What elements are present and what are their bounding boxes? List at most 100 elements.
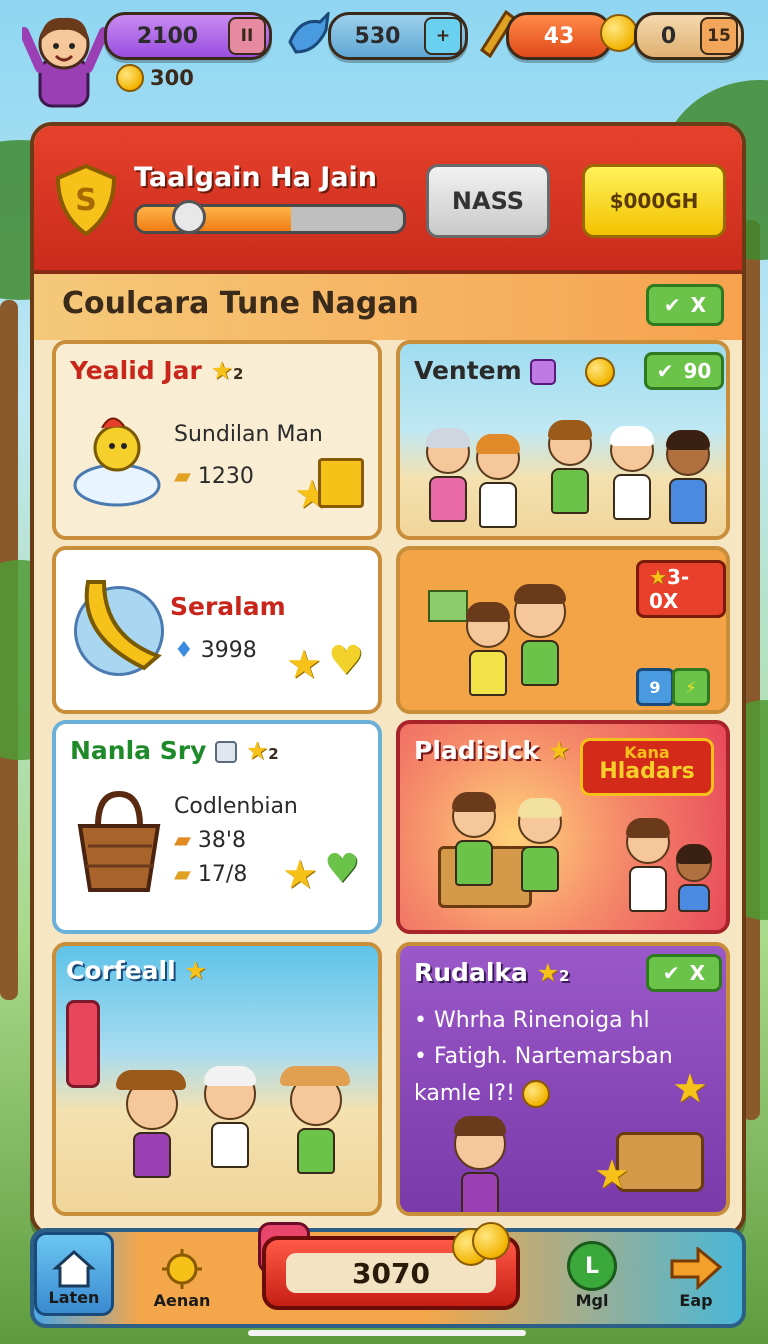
star-icon: ★ xyxy=(536,958,560,987)
buy-button[interactable]: $000GH xyxy=(582,164,726,238)
child-figure xyxy=(626,818,670,912)
player-avatar[interactable] xyxy=(19,8,109,112)
villager-figure xyxy=(280,1066,350,1174)
star-icon: ★ xyxy=(594,1152,630,1198)
card-line1: Codlenbian xyxy=(174,794,298,819)
shield-icon: S xyxy=(55,164,117,236)
child-figure xyxy=(514,584,566,686)
fish-counter[interactable]: 530 + xyxy=(328,12,468,60)
child-figure xyxy=(518,798,562,892)
card-yealid-jar[interactable]: Yealid Jar ★2 Sundilan Man ▰ 1230 ★ xyxy=(52,340,382,540)
bullet-line2: • Fatigh. Nartemarsban xyxy=(414,1044,673,1069)
coins-cap-button[interactable]: 15 xyxy=(700,17,738,55)
card-value: ♦ 3998 xyxy=(174,638,257,663)
child-figure xyxy=(676,844,712,912)
cloud-bird-icon xyxy=(73,417,161,507)
card-rudalka[interactable]: Rudalka ★2 ✔ X • Whrha Rinenoiga hl • Fat… xyxy=(396,942,730,1216)
nav-eap-label: Eap xyxy=(679,1291,713,1310)
villager-figure xyxy=(548,420,592,514)
star-icon: ★ xyxy=(672,1066,708,1112)
card-ventem[interactable]: Ventem ✔ 90 xyxy=(396,340,730,540)
rudalka-tag-x: X xyxy=(689,961,706,985)
nav-aenan[interactable]: Aenan xyxy=(142,1232,222,1316)
check-icon: ✔ xyxy=(662,961,680,985)
banner-line2: Hladars xyxy=(599,759,695,784)
coin-icon xyxy=(472,1222,510,1260)
main-panel: S Taalgain Ha Jain NASS $000GH Coulcara … xyxy=(30,122,746,1236)
chest-icon xyxy=(215,741,238,763)
water-drop-icon: ♦ xyxy=(174,638,194,663)
star-icon: ★ xyxy=(245,736,269,765)
card-line2: ▰ 38'8 xyxy=(174,828,246,853)
gems-cap-button[interactable]: II xyxy=(228,17,266,55)
child-figure xyxy=(452,792,496,886)
sign-icon xyxy=(428,590,468,622)
check-icon: ✔ xyxy=(656,359,674,383)
nav-home-label: Laten xyxy=(48,1288,100,1307)
fish-icon xyxy=(286,9,332,62)
sun-icon xyxy=(162,1249,202,1289)
heart-icon: ♥ xyxy=(328,638,364,684)
card-seralam[interactable]: Seralam ♦ 3998 ★ ♥ xyxy=(52,546,382,714)
coins-value: 0 xyxy=(660,23,677,49)
nav-home[interactable]: Laten xyxy=(34,1232,114,1316)
ventem-check-tag[interactable]: ✔ 90 xyxy=(644,352,724,390)
card-title: Nanla Sry ★2 xyxy=(70,736,279,765)
section-tag-x: X xyxy=(690,293,707,317)
energy-counter[interactable]: 43 xyxy=(506,12,612,60)
nav-mgl-label: Mgl xyxy=(575,1291,609,1310)
ventem-tag-value: 90 xyxy=(683,359,712,383)
gems-value: 2100 xyxy=(136,23,199,49)
villager-figure xyxy=(204,1066,256,1168)
gold-box-icon xyxy=(318,458,364,508)
home-icon xyxy=(52,1249,96,1288)
xp-knob xyxy=(172,200,206,234)
villager-figure xyxy=(666,430,710,524)
card-title: Ventem xyxy=(414,356,616,387)
coin-icon xyxy=(116,64,144,92)
add-fish-button[interactable]: + xyxy=(424,17,462,55)
gold-bar-icon: ▰ xyxy=(174,862,191,887)
heart-icon: ♥ xyxy=(324,846,360,892)
nav-eap[interactable]: Eap xyxy=(656,1232,736,1316)
card-kids[interactable]: ★3-0X 9 ⚡ xyxy=(396,546,730,714)
card-title: Seralam xyxy=(170,592,286,621)
purple-gem-icon xyxy=(530,359,557,385)
card-corfeall[interactable]: Corfeall ★ xyxy=(52,942,382,1216)
nav-mgl[interactable]: L Mgl xyxy=(552,1232,632,1316)
star-icon: ★ xyxy=(282,852,318,898)
home-indicator xyxy=(248,1330,526,1336)
reward-banner: Kana Hladars xyxy=(580,738,714,796)
side-status-panel[interactable] xyxy=(66,1000,100,1088)
multiplier-tag: ★3-0X xyxy=(636,560,726,618)
section-check-button[interactable]: ✔ X xyxy=(646,284,724,326)
basket-icon xyxy=(77,790,161,892)
map-icon: L xyxy=(567,1241,617,1291)
lightning-button[interactable]: ⚡ xyxy=(672,668,710,706)
bullet-line1: • Whrha Rinenoiga hl xyxy=(414,1008,650,1033)
card-nanla-sry[interactable]: Nanla Sry ★2 Codlenbian ▰ 38'8 ▰ 17/8 ★ … xyxy=(52,720,382,934)
star-icon: ★ xyxy=(184,956,207,985)
star-badge: 2 xyxy=(233,365,244,383)
card-line1: Sundilan Man xyxy=(174,422,323,447)
gems-counter[interactable]: 2100 II xyxy=(104,12,272,60)
rudalka-check-tag[interactable]: ✔ X xyxy=(646,954,722,992)
star-icon: ★ xyxy=(547,736,571,765)
star-badge: 2 xyxy=(268,745,279,763)
small-blue-button[interactable]: 9 xyxy=(636,668,674,706)
card-title: Rudalka ★2 xyxy=(414,958,570,987)
card-title: Corfeall ★ xyxy=(66,956,207,985)
nass-button[interactable]: NASS xyxy=(426,164,550,238)
xp-progress-fill xyxy=(137,207,292,231)
star-icon: ★ xyxy=(210,356,234,385)
panel-title: Taalgain Ha Jain xyxy=(134,162,378,193)
villager-figure xyxy=(426,428,470,522)
energy-value: 43 xyxy=(543,23,575,49)
coins-counter[interactable]: 0 15 xyxy=(634,12,744,60)
card-title: Pladislck ★ xyxy=(414,736,571,765)
card-pladislck[interactable]: Pladislck ★ Kana Hladars xyxy=(396,720,730,934)
banana-icon xyxy=(84,580,162,671)
card-line3: ▰ 17/8 xyxy=(174,862,248,887)
sub-coins-value: 300 xyxy=(150,66,194,90)
villager-figure xyxy=(476,434,520,528)
